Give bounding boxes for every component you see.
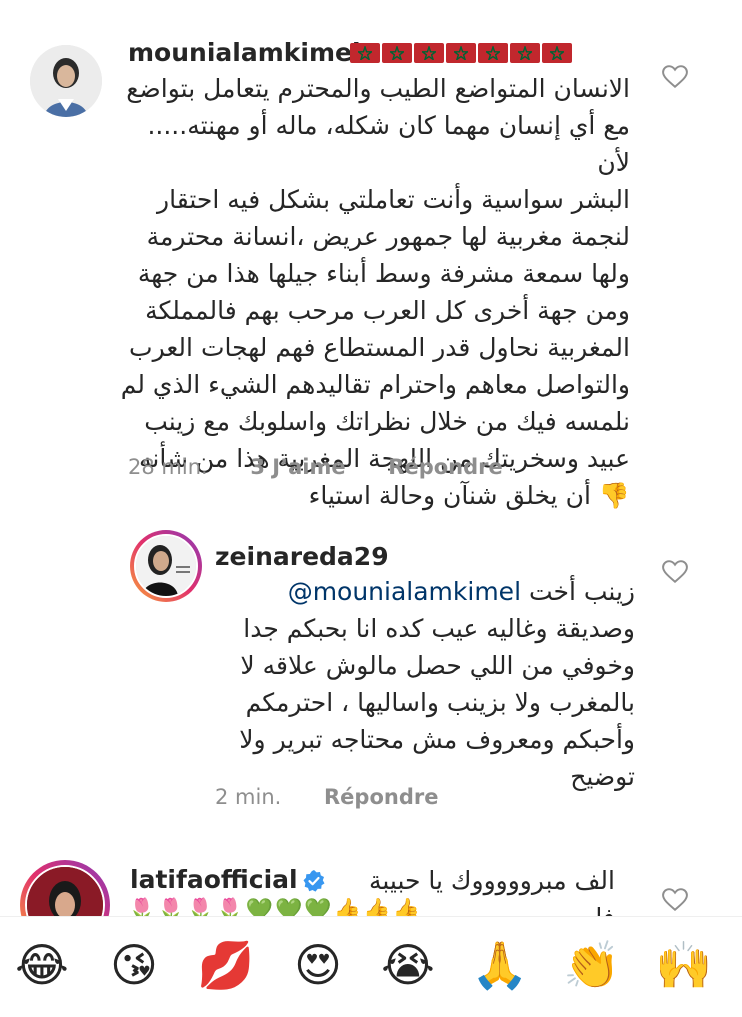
- likes-count[interactable]: 3 J’aime: [250, 455, 345, 479]
- kiss-mark-emoji-button[interactable]: 💋: [196, 935, 256, 995]
- flag-emoji-row: [350, 38, 574, 68]
- text-line: 👎 أن يخلق شنآن وحالة استياء: [110, 477, 630, 514]
- text-line: الانسان المتواضع الطيب والمحترم يتعامل ب…: [126, 74, 630, 103]
- thumbs-down-emoji: 👎: [598, 481, 630, 510]
- emoji-reaction-bar: 😂 😘 💋 😍 😭 🙏 👏 🙌: [0, 916, 742, 1017]
- praying-hands-emoji-button[interactable]: 🙏: [470, 935, 530, 995]
- username[interactable]: zeinareda29: [215, 542, 389, 572]
- comment-meta: 2 min. Répondre: [215, 785, 474, 809]
- morocco-flag-icon: [510, 43, 540, 63]
- clapping-hands-emoji-button[interactable]: 👏: [562, 935, 622, 995]
- username-text[interactable]: latifaofficial: [130, 865, 298, 894]
- emoji-line: 🌷🌷🌷🌷💚💚💚👍👍👍: [128, 898, 422, 916]
- avatar[interactable]: [30, 45, 102, 117]
- kissing-heart-emoji-button[interactable]: 😘: [104, 935, 164, 995]
- morocco-flag-icon: [478, 43, 508, 63]
- heart-outline-icon[interactable]: [662, 65, 688, 89]
- comment-text: زينب أخت @mounialamkimel وصديقة وغاليه ع…: [195, 573, 635, 795]
- text-line-start: زينب أخت: [528, 577, 635, 606]
- mention-link[interactable]: @mounialamkimel: [288, 577, 521, 606]
- crying-emoji-button[interactable]: 😭: [378, 935, 438, 995]
- comment-mounialamkimel: mounialamkimel الانسان المتواضع الطيب وا…: [0, 0, 742, 510]
- tears-of-joy-emoji-button[interactable]: 😂: [12, 935, 72, 995]
- timestamp: 2 min.: [215, 785, 282, 809]
- morocco-flag-icon: [542, 43, 572, 63]
- timestamp: 28 min.: [128, 455, 208, 479]
- text-line-end: أن يخلق شنآن وحالة استياء: [308, 481, 591, 510]
- morocco-flag-icon: [414, 43, 444, 63]
- heart-eyes-emoji-button[interactable]: 😍: [288, 935, 348, 995]
- text-line: البشر سواسية وأنت تعاملتي بشكل فيه احتقا…: [157, 185, 630, 214]
- comment-meta: 28 min. 3 J’aime Répondre: [128, 455, 539, 479]
- text-line: مع أي إنسان مهما كان شكله، ماله أو مهنته…: [147, 111, 630, 177]
- reply-button[interactable]: Répondre: [388, 455, 502, 479]
- comment-latifaofficial: latifaofficial الف مبروووووك يا حبيبة فل…: [0, 850, 742, 916]
- username[interactable]: latifaofficial: [130, 865, 326, 895]
- heart-outline-icon[interactable]: [662, 560, 688, 584]
- text-line: وصديقة وغاليه عيب كده انا بحبكم جدا: [243, 614, 635, 643]
- text-line: ومن جهة أخرى كل العرب مرحب بهم فالمملكة: [145, 296, 630, 325]
- text-line: والتواصل معاهم واحترام تقاليدهم الشيء ال…: [120, 370, 630, 399]
- text-line: لنجمة مغربية لها جمهور عريض ،انسانة محتر…: [146, 222, 630, 251]
- text-line: وخوفي من اللي حصل مالوش علاقه لا: [240, 651, 635, 680]
- comment-text: الانسان المتواضع الطيب والمحترم يتعامل ب…: [110, 70, 630, 514]
- text-line: المغربية نحاول قدر المستطاع فهم لهجات ال…: [129, 333, 630, 362]
- text-line: ولها سمعة مشرفة وسط أبناء جيلها هذا من ج…: [137, 259, 630, 288]
- raising-hands-emoji-button[interactable]: 🙌: [654, 935, 714, 995]
- comment-zeinareda29: zeinareda29 زينب أخت @mounialamkimel وصد…: [0, 520, 742, 830]
- text-line: نلمسه فيك من خلال نظراتك واسلوبك مع زينب: [144, 407, 630, 436]
- username[interactable]: mounialamkimel: [128, 38, 361, 68]
- morocco-flag-icon: [350, 43, 380, 63]
- avatar[interactable]: [134, 534, 198, 598]
- text-line: بالمغرب ولا بزينب واساليها ، احترمكم: [245, 688, 635, 717]
- verified-badge-icon: [303, 870, 325, 892]
- morocco-flag-icon: [446, 43, 476, 63]
- text-line: وأحبكم ومعروف مش محتاجه تبرير ولا: [239, 725, 635, 754]
- morocco-flag-icon: [382, 43, 412, 63]
- text-line: زينب أخت @mounialamkimel: [195, 573, 635, 610]
- reply-button[interactable]: Répondre: [324, 785, 438, 809]
- heart-outline-icon[interactable]: [662, 888, 688, 912]
